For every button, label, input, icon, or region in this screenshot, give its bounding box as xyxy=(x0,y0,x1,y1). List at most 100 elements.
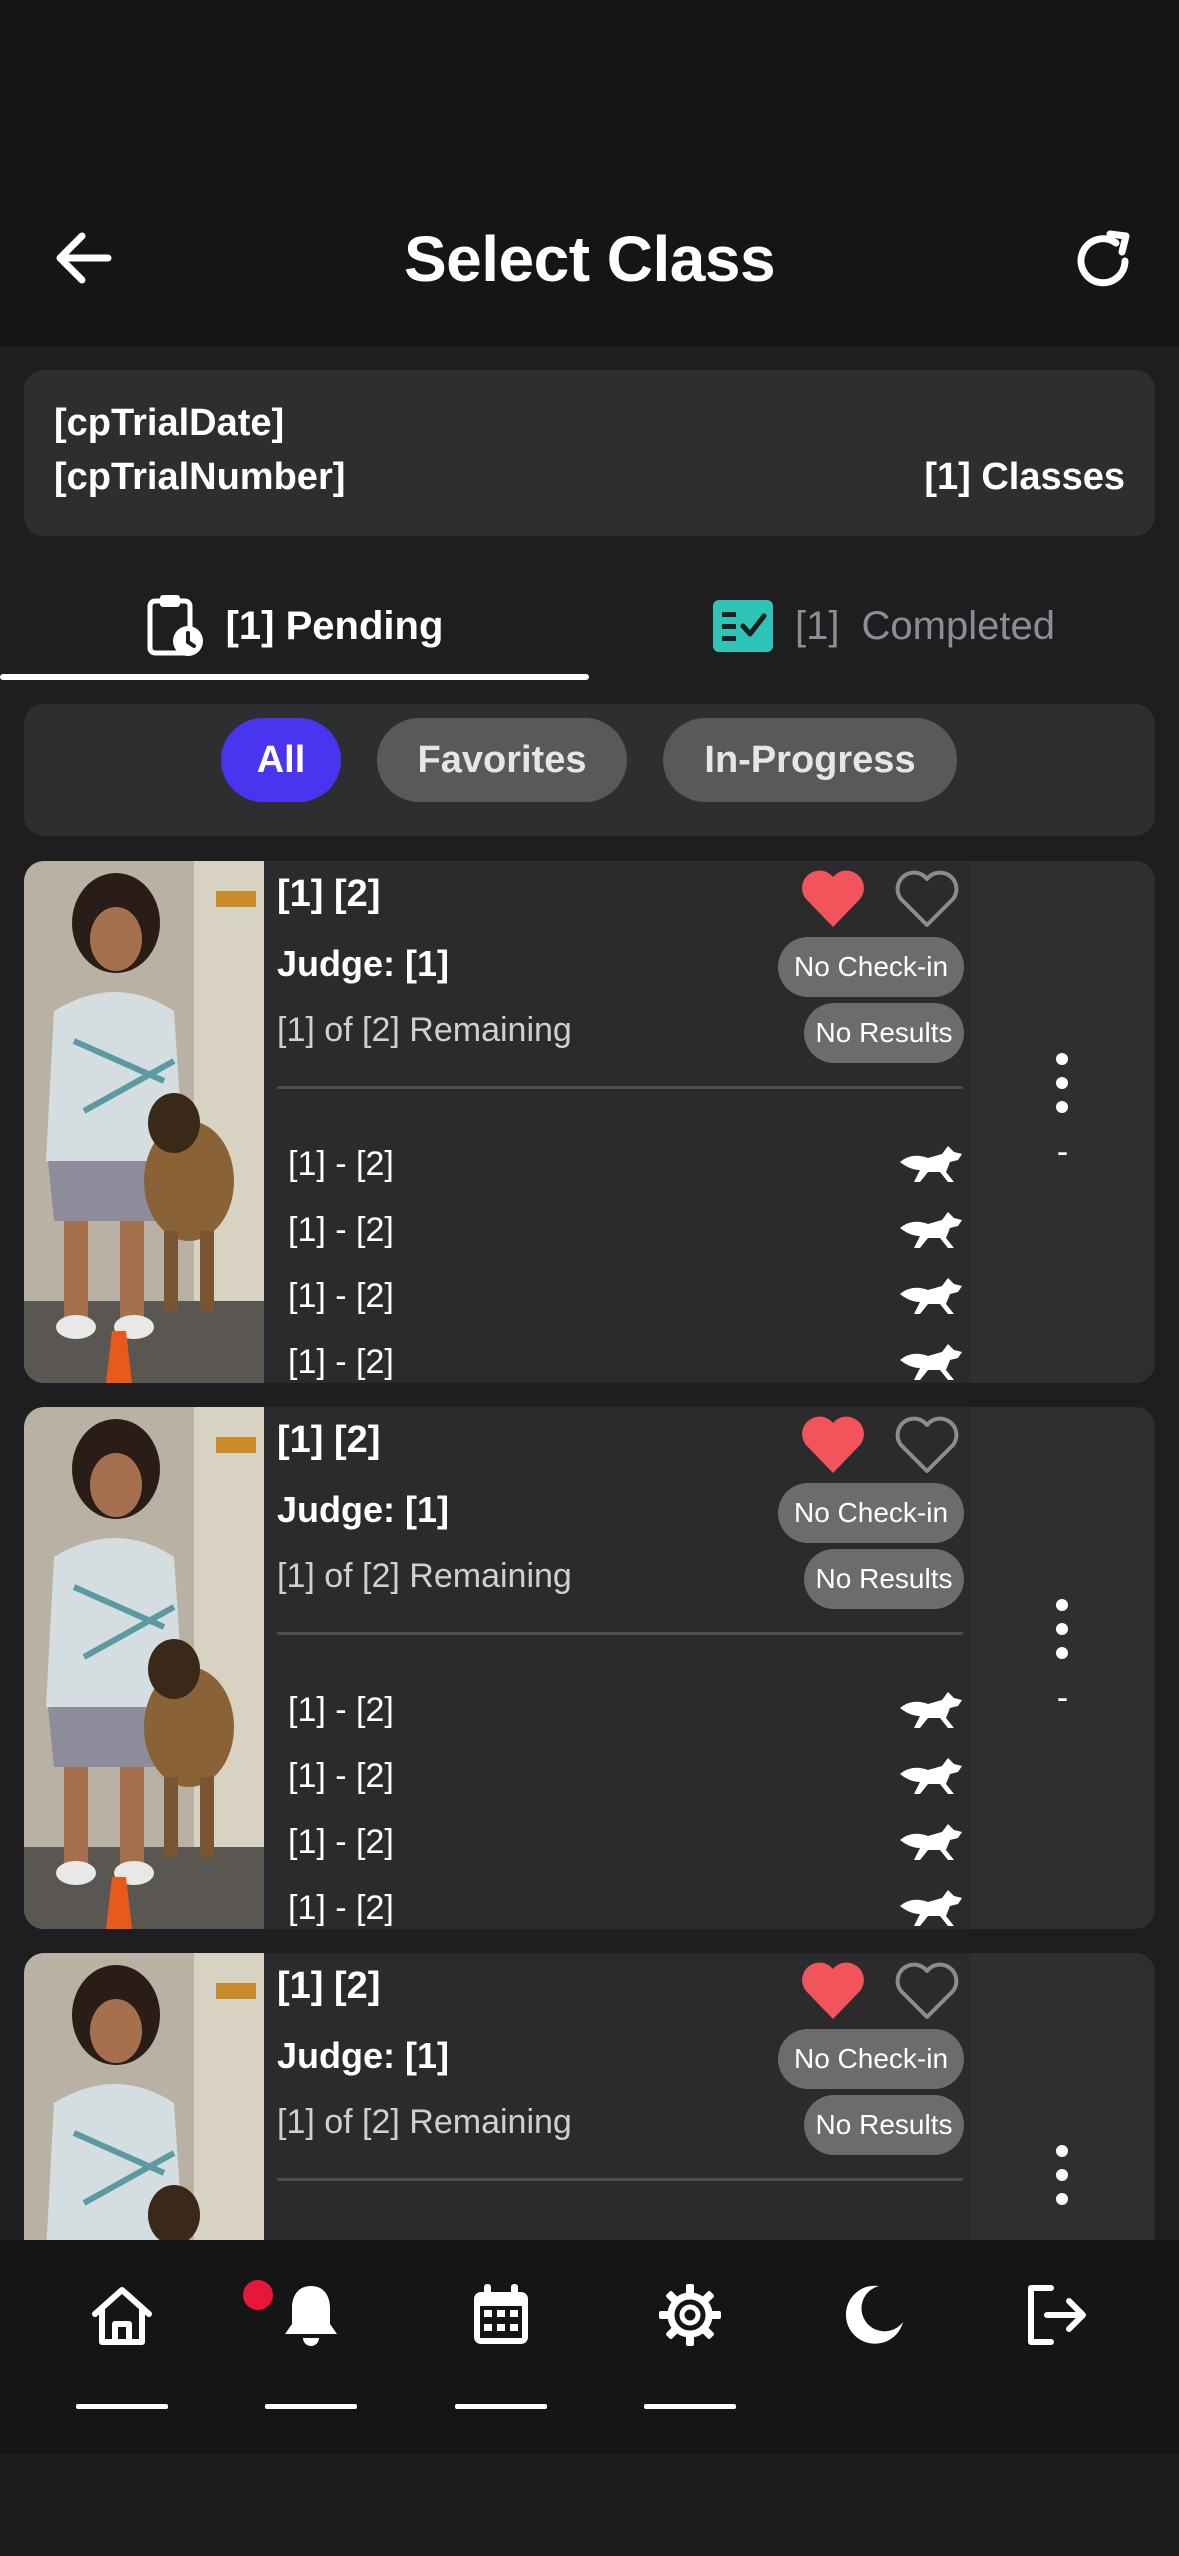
more-vertical-icon[interactable] xyxy=(1042,1597,1082,1661)
running-dog-icon xyxy=(900,1212,962,1248)
running-dog-icon xyxy=(900,1758,962,1794)
entry-label: [1] - [2] xyxy=(288,1756,394,1795)
heart-outline-icon[interactable] xyxy=(892,1413,962,1477)
checkin-status-badge: No Check-in xyxy=(778,937,964,997)
entry-label: [1] - [2] xyxy=(288,1690,394,1729)
class-photo xyxy=(24,1953,264,2240)
filter-chip-in-progress[interactable]: In-Progress xyxy=(663,718,957,802)
running-dog-icon xyxy=(900,1344,962,1380)
class-photo xyxy=(24,861,264,1383)
class-card[interactable]: [1] [2] Judge: [1] [1] of [2] Remaining … xyxy=(24,1407,1155,1929)
main-content: [cpTrialDate] [cpTrialNumber] [1] Classe… xyxy=(0,346,1179,2240)
card-divider xyxy=(277,1086,963,1089)
moon-icon xyxy=(845,2285,903,2344)
heart-outline-icon[interactable] xyxy=(892,1959,962,2023)
running-dog-icon xyxy=(900,1278,962,1314)
entry-label: [1] - [2] xyxy=(288,1276,394,1315)
class-title: [1] [2] xyxy=(277,873,381,915)
class-card[interactable]: [1] [2] Judge: [1] [1] of [2] Remaining … xyxy=(24,1953,1155,2240)
heart-filled-icon[interactable] xyxy=(798,1959,868,2023)
entry-row: [1] - [2] xyxy=(288,1812,964,1872)
card-divider xyxy=(277,1632,963,1635)
class-card[interactable]: [1] [2] Judge: [1] [1] of [2] Remaining … xyxy=(24,861,1155,1383)
class-title: [1] [2] xyxy=(277,1419,381,1461)
running-dog-icon xyxy=(900,1824,962,1860)
class-remaining: [1] of [2] Remaining xyxy=(277,2103,572,2141)
entry-label: [1] - [2] xyxy=(288,1888,394,1927)
running-dog-icon xyxy=(900,1692,962,1728)
entry-row: [1] - [2] xyxy=(288,1266,964,1326)
bell-icon xyxy=(285,2286,337,2346)
class-remaining: [1] of [2] Remaining xyxy=(277,1557,572,1595)
tab-completed[interactable]: [1] Completed xyxy=(589,566,1179,686)
heart-outline-icon[interactable] xyxy=(892,867,962,931)
entry-label: [1] - [2] xyxy=(288,1342,394,1381)
page-title: Select Class xyxy=(403,223,776,295)
results-status-badge: No Results xyxy=(804,2095,964,2155)
entry-label: [1] - [2] xyxy=(288,1210,394,1249)
app-bar: Select Class xyxy=(0,0,1179,346)
more-vertical-icon[interactable] xyxy=(1042,2143,1082,2207)
trial-info-card: [cpTrialDate] [cpTrialNumber] [1] Classe… xyxy=(24,370,1155,536)
tab-completed-label: Completed xyxy=(861,603,1055,648)
entry-label: [1] - [2] xyxy=(288,1144,394,1183)
entry-row: [1] - [2] xyxy=(288,1746,964,1806)
heart-filled-icon[interactable] xyxy=(798,1413,868,1477)
card-side-column: - xyxy=(970,1407,1155,1929)
class-judge: Judge: [1] xyxy=(277,1489,450,1530)
active-tab-indicator xyxy=(0,674,589,680)
clipboard-clock-icon xyxy=(147,595,203,656)
filter-chip-favorites[interactable]: Favorites xyxy=(377,718,627,802)
results-status-badge: No Results xyxy=(804,1549,964,1609)
checkin-status-badge: No Check-in xyxy=(778,1483,964,1543)
entry-row: [1] - [2] xyxy=(288,1680,964,1740)
heart-filled-icon[interactable] xyxy=(798,867,868,931)
card-side-value: - xyxy=(1056,1679,1069,1717)
nav-logout[interactable] xyxy=(1010,2280,1102,2420)
notification-badge xyxy=(243,2280,273,2310)
nav-settings-underline xyxy=(644,2404,736,2409)
nav-calendar-underline xyxy=(455,2404,547,2409)
class-title: [1] [2] xyxy=(277,1965,381,2007)
gear-icon xyxy=(659,2284,721,2346)
nav-home-underline xyxy=(76,2404,168,2409)
bottom-navigation xyxy=(0,2240,1179,2454)
nav-theme-toggle[interactable] xyxy=(828,2280,920,2420)
nav-settings[interactable] xyxy=(644,2280,736,2420)
logout-icon xyxy=(1028,2285,1086,2345)
trial-date: [cpTrialDate] xyxy=(54,402,285,444)
class-judge: Judge: [1] xyxy=(277,943,450,984)
nav-calendar[interactable] xyxy=(455,2280,547,2420)
entry-row: [1] - [2] xyxy=(288,1332,964,1383)
tab-completed-count: [1] xyxy=(795,603,840,648)
refresh-icon xyxy=(1077,230,1130,287)
trial-class-count: [1] Classes xyxy=(924,456,1125,498)
entry-row: [1] - [2] xyxy=(288,1878,964,1929)
tab-pending[interactable]: [1] Pending xyxy=(0,566,589,686)
card-divider xyxy=(277,2178,963,2181)
refresh-button[interactable] xyxy=(1060,218,1146,304)
checklist-icon xyxy=(713,600,774,652)
trial-number: [cpTrialNumber] xyxy=(54,456,346,498)
entry-label: [1] - [2] xyxy=(288,1822,394,1861)
card-side-column: - xyxy=(970,861,1155,1383)
nav-notifications[interactable] xyxy=(265,2280,357,2420)
tab-pending-label: [1] Pending xyxy=(225,603,444,648)
card-side-column xyxy=(970,1953,1155,2240)
nav-home[interactable] xyxy=(76,2280,168,2420)
results-status-badge: No Results xyxy=(804,1003,964,1063)
home-icon xyxy=(92,2287,152,2345)
running-dog-icon xyxy=(900,1890,962,1926)
nav-notifications-underline xyxy=(265,2404,357,2409)
system-bottom-strip xyxy=(0,2454,1179,2556)
checkin-status-badge: No Check-in xyxy=(778,2029,964,2089)
class-photo xyxy=(24,1407,264,1929)
running-dog-icon xyxy=(900,1146,962,1182)
class-remaining: [1] of [2] Remaining xyxy=(277,1011,572,1049)
class-judge: Judge: [1] xyxy=(277,2035,450,2076)
filter-chip-all[interactable]: All xyxy=(221,718,341,802)
entry-row: [1] - [2] xyxy=(288,1134,964,1194)
calendar-icon xyxy=(474,2284,528,2344)
entry-row: [1] - [2] xyxy=(288,1200,964,1260)
more-vertical-icon[interactable] xyxy=(1042,1051,1082,1115)
